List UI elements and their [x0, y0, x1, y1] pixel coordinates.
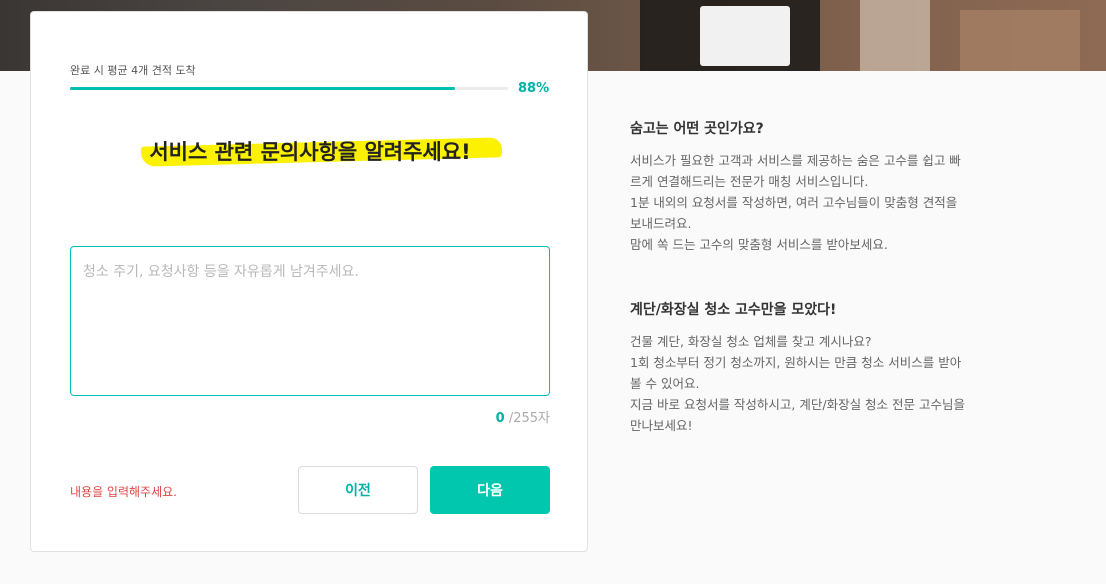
- question-title-text: 서비스 관련 문의사항을 알려주세요!: [149, 140, 471, 164]
- progress-bar: [70, 87, 508, 90]
- validation-error-message: 내용을 입력해주세요.: [70, 485, 177, 499]
- info-title-about: 숨고는 어떤 곳인가요?: [630, 121, 764, 137]
- next-button[interactable]: 다음: [430, 466, 550, 514]
- character-counter: 0 /255자: [70, 407, 550, 426]
- info-body-about: 서비스가 필요한 고객과 서비스를 제공하는 숨은 고수를 쉽고 빠 르게 연결…: [630, 153, 961, 252]
- info-body-cleaning: 건물 계단, 화장실 청소 업체를 찾고 계시나요? 1회 청소부터 정기 청소…: [630, 334, 965, 433]
- info-section-cleaning: 계단/화장실 청소 고수만을 모았다! 건물 계단, 화장실 청소 업체를 찾고…: [630, 299, 1010, 436]
- progress-bar-fill: [70, 87, 456, 90]
- request-details-textarea[interactable]: [70, 246, 550, 396]
- character-count: 0: [495, 411, 505, 426]
- prev-button[interactable]: 이전: [298, 466, 418, 514]
- banner-shape: [860, 0, 930, 71]
- info-section-about: 숨고는 어떤 곳인가요? 서비스가 필요한 고객과 서비스를 제공하는 숨은 고…: [630, 118, 1010, 255]
- request-form-card: 완료 시 평균 4개 견적 도착 88% 서비스 관련 문의사항을 알려주세요!…: [30, 11, 588, 552]
- question-title-wrap: 서비스 관련 문의사항을 알려주세요!: [70, 136, 550, 167]
- progress-percent: 88%: [518, 81, 550, 96]
- banner-shape: [960, 10, 1080, 71]
- info-panel: 숨고는 어떤 곳인가요? 서비스가 필요한 고객과 서비스를 제공하는 숨은 고…: [630, 118, 1010, 480]
- progress-label: 완료 시 평균 4개 견적 도착: [70, 64, 196, 77]
- question-title: 서비스 관련 문의사항을 알려주세요!: [141, 136, 503, 167]
- character-max: /255자: [504, 411, 550, 426]
- info-title-cleaning: 계단/화장실 청소 고수만을 모았다!: [630, 302, 837, 318]
- banner-shape: [700, 6, 790, 66]
